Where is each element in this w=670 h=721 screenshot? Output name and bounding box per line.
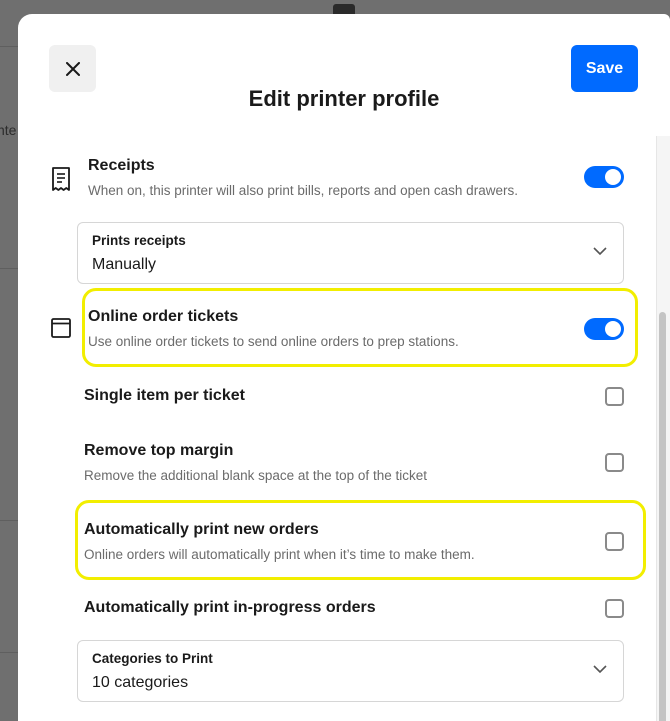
receipts-title: Receipts: [88, 157, 155, 174]
prints-receipts-value: Manually: [92, 256, 157, 273]
remove-top-margin-title: Remove top margin: [84, 442, 234, 459]
auto-print-new-orders-description: Online orders will automatically print w…: [84, 547, 475, 562]
chevron-down-icon: [593, 665, 607, 674]
online-order-tickets-toggle[interactable]: [584, 318, 624, 340]
background-text-fragment: nte: [0, 122, 17, 138]
close-button[interactable]: [49, 45, 96, 92]
highlight-online-order-tickets: [82, 288, 638, 367]
auto-print-new-orders-checkbox[interactable]: [605, 532, 624, 551]
single-item-per-ticket-title: Single item per ticket: [84, 387, 245, 404]
ticket-window-icon: [51, 318, 71, 338]
background-divider: [0, 46, 18, 47]
categories-to-print-value: 10 categories: [92, 674, 189, 691]
remove-top-margin-description: Remove the additional blank space at the…: [84, 468, 427, 483]
modal-title: Edit printer profile: [248, 86, 440, 111]
auto-print-new-orders-title: Automatically print new orders: [84, 521, 319, 538]
categories-to-print-select[interactable]: Categories to Print 10 categories: [77, 640, 624, 702]
prints-receipts-select[interactable]: Prints receipts Manually: [77, 222, 624, 284]
auto-print-in-progress-orders-title: Automatically print in-progress orders: [84, 599, 376, 616]
chevron-down-icon: [593, 247, 607, 256]
online-order-tickets-title: Online order tickets: [88, 308, 239, 325]
save-button[interactable]: Save: [571, 45, 638, 92]
receipts-description: When on, this printer will also print bi…: [88, 183, 518, 198]
online-order-tickets-description: Use online order tickets to send online …: [88, 334, 459, 349]
close-icon: [65, 61, 80, 76]
remove-top-margin-checkbox[interactable]: [605, 453, 624, 472]
auto-print-in-progress-orders-checkbox[interactable]: [605, 599, 624, 618]
highlight-auto-print-new-orders: [75, 500, 646, 580]
background-divider: [0, 520, 18, 521]
receipt-icon: [52, 167, 70, 191]
receipts-toggle[interactable]: [584, 166, 624, 188]
single-item-per-ticket-checkbox[interactable]: [605, 387, 624, 406]
background-divider: [0, 652, 18, 653]
prints-receipts-label: Prints receipts: [92, 233, 186, 248]
scrollbar-thumb[interactable]: [659, 312, 666, 721]
categories-to-print-label: Categories to Print: [92, 651, 213, 666]
edit-printer-profile-modal: Save Edit printer profile Receipts When …: [18, 14, 670, 721]
background-divider: [0, 268, 18, 269]
